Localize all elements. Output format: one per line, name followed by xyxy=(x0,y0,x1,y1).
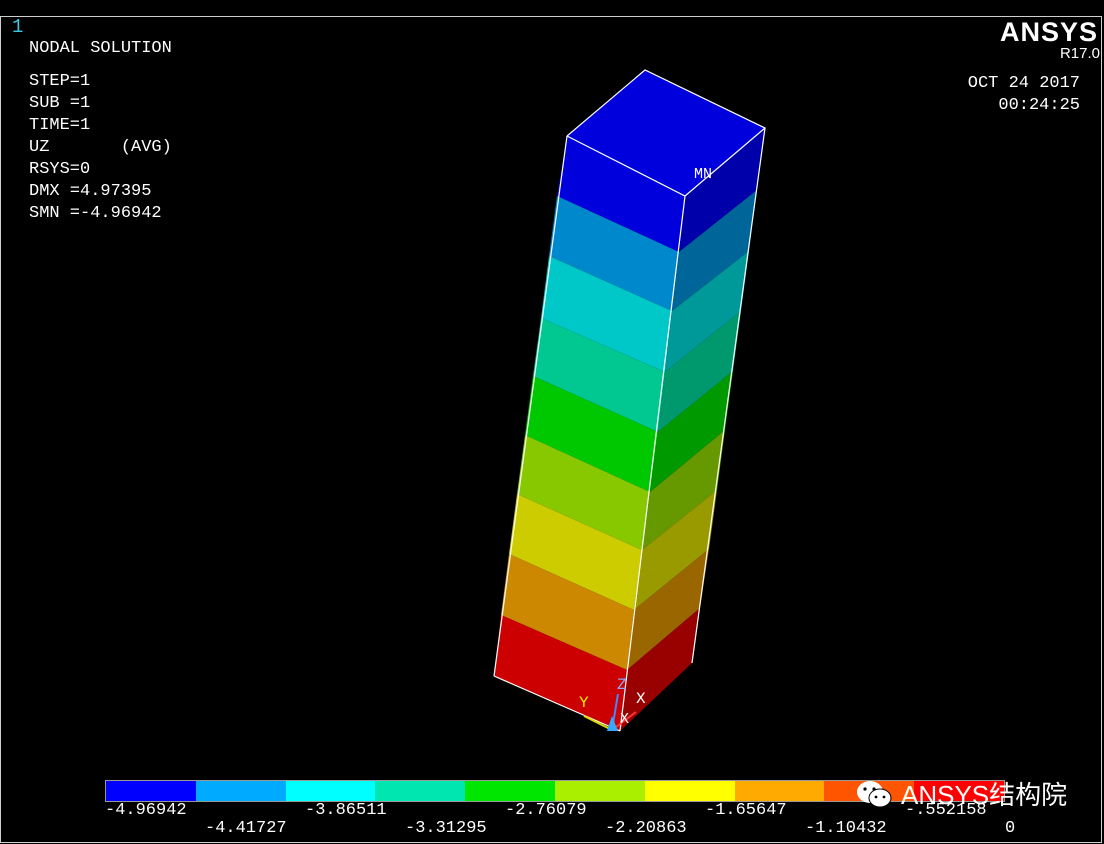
legend-label-upper-1: -4.96942 xyxy=(105,801,187,820)
legend-label-lower-4: -1.10432 xyxy=(805,819,887,838)
legend-swatch-2 xyxy=(195,781,286,801)
legend-swatch-5 xyxy=(465,781,555,801)
triad-y-label: Y xyxy=(579,694,589,712)
legend-label-upper-3: -2.76079 xyxy=(505,801,587,820)
legend-swatch-4 xyxy=(375,781,466,801)
legend-swatch-3 xyxy=(285,781,376,801)
legend-swatch-8 xyxy=(734,781,825,801)
legend-label-upper-2: -3.86511 xyxy=(305,801,387,820)
watermark-text: ANSYS结构院 xyxy=(901,780,1068,810)
legend-swatch-7 xyxy=(644,781,735,801)
min-marker-label: MN xyxy=(694,166,713,183)
legend-label-lower-1: -4.41727 xyxy=(205,819,287,838)
triad-z-label: Z xyxy=(617,676,627,694)
legend-label-lower-3: -2.20863 xyxy=(605,819,687,838)
triad-x-label: X xyxy=(636,690,646,708)
legend-swatch-6 xyxy=(554,781,645,801)
wechat-icon xyxy=(857,780,892,807)
triad-origin-label: X xyxy=(620,711,630,728)
legend-swatch-1 xyxy=(106,781,196,801)
legend-label-lower-5: 0 xyxy=(1005,819,1016,838)
watermark: ANSYS结构院 xyxy=(855,775,1067,812)
legend-label-upper-4: -1.65647 xyxy=(705,801,787,820)
contour-model-view[interactable] xyxy=(0,0,1104,844)
legend-label-lower-2: -3.31295 xyxy=(405,819,487,838)
